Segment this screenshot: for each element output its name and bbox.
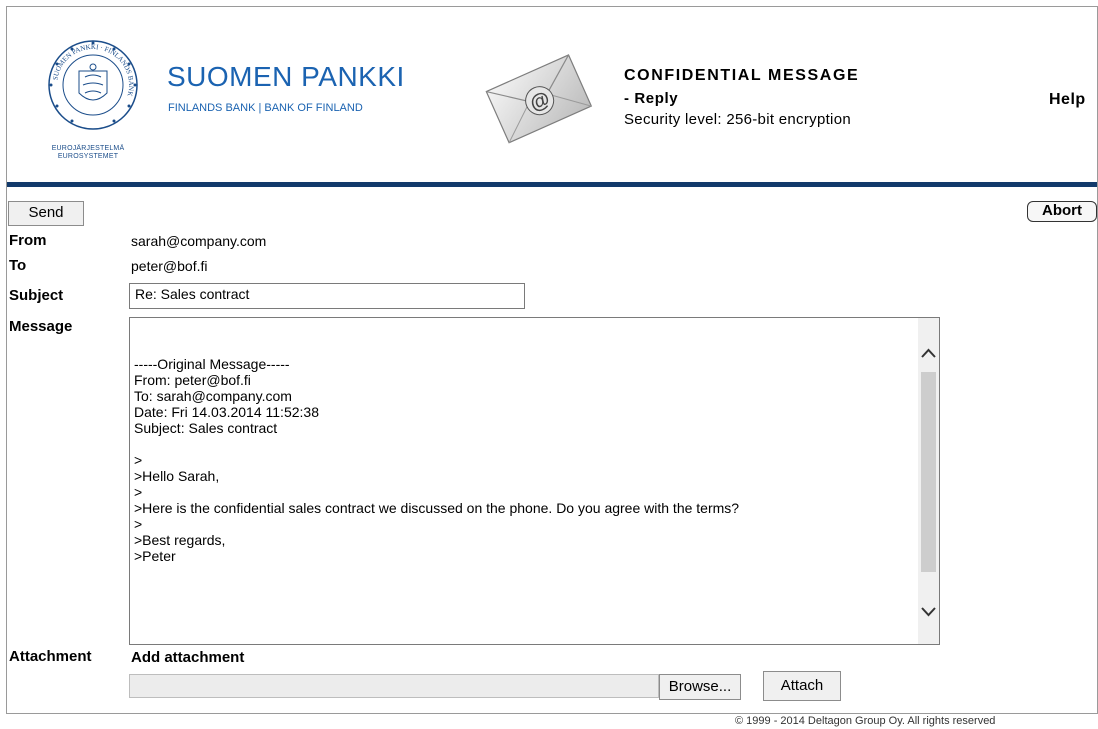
from-value: sarah@company.com: [131, 233, 267, 249]
bank-seal-logo: SUOMEN PANKKI · FINLANDS BANK: [48, 40, 138, 130]
message-scrollbar[interactable]: [918, 318, 939, 644]
mail-window: SUOMEN PANKKI · FINLANDS BANK EUROJÄRJES…: [6, 6, 1098, 714]
envelope-at-icon: @: [485, 54, 593, 144]
scroll-down-icon[interactable]: [918, 600, 939, 622]
scroll-up-icon[interactable]: [918, 342, 939, 364]
page-header: SUOMEN PANKKI · FINLANDS BANK EUROJÄRJES…: [7, 7, 1097, 187]
reply-label: - Reply: [624, 90, 679, 107]
attachment-file-field[interactable]: [129, 674, 659, 698]
brand-title: SUOMEN PANKKI: [167, 61, 405, 92]
message-textarea[interactable]: -----Original Message----- From: peter@b…: [129, 317, 940, 645]
add-attachment-label: Add attachment: [131, 649, 245, 666]
to-value: peter@bof.fi: [131, 258, 208, 274]
confidential-title: CONFIDENTIAL MESSAGE: [624, 67, 860, 84]
scroll-thumb[interactable]: [921, 372, 936, 572]
copyright-footer: © 1999 - 2014 Deltagon Group Oy. All rig…: [735, 715, 996, 727]
message-label: Message: [9, 318, 73, 335]
subject-input[interactable]: Re: Sales contract: [129, 283, 525, 309]
subject-label: Subject: [9, 287, 64, 304]
seal-caption-line2: EUROSYSTEMET: [57, 153, 119, 160]
seal-caption: EUROJÄRJESTELMÄ EUROSYSTEMET: [33, 145, 143, 161]
help-link[interactable]: Help: [1049, 91, 1086, 109]
attach-button[interactable]: Attach: [763, 671, 841, 701]
header-divider: [7, 182, 1097, 187]
attachment-label: Attachment: [9, 648, 92, 665]
to-label: To: [9, 257, 27, 274]
send-button[interactable]: Send: [8, 201, 84, 226]
browse-button[interactable]: Browse...: [659, 674, 741, 700]
seal-caption-line1: EUROJÄRJESTELMÄ: [51, 145, 125, 152]
message-body[interactable]: -----Original Message----- From: peter@b…: [134, 356, 914, 564]
security-level-text: Security level: 256-bit encryption: [624, 111, 851, 128]
abort-button[interactable]: Abort: [1027, 201, 1097, 222]
from-label: From: [9, 232, 47, 249]
brand-subtitle: FINLANDS BANK | BANK OF FINLAND: [168, 102, 363, 114]
